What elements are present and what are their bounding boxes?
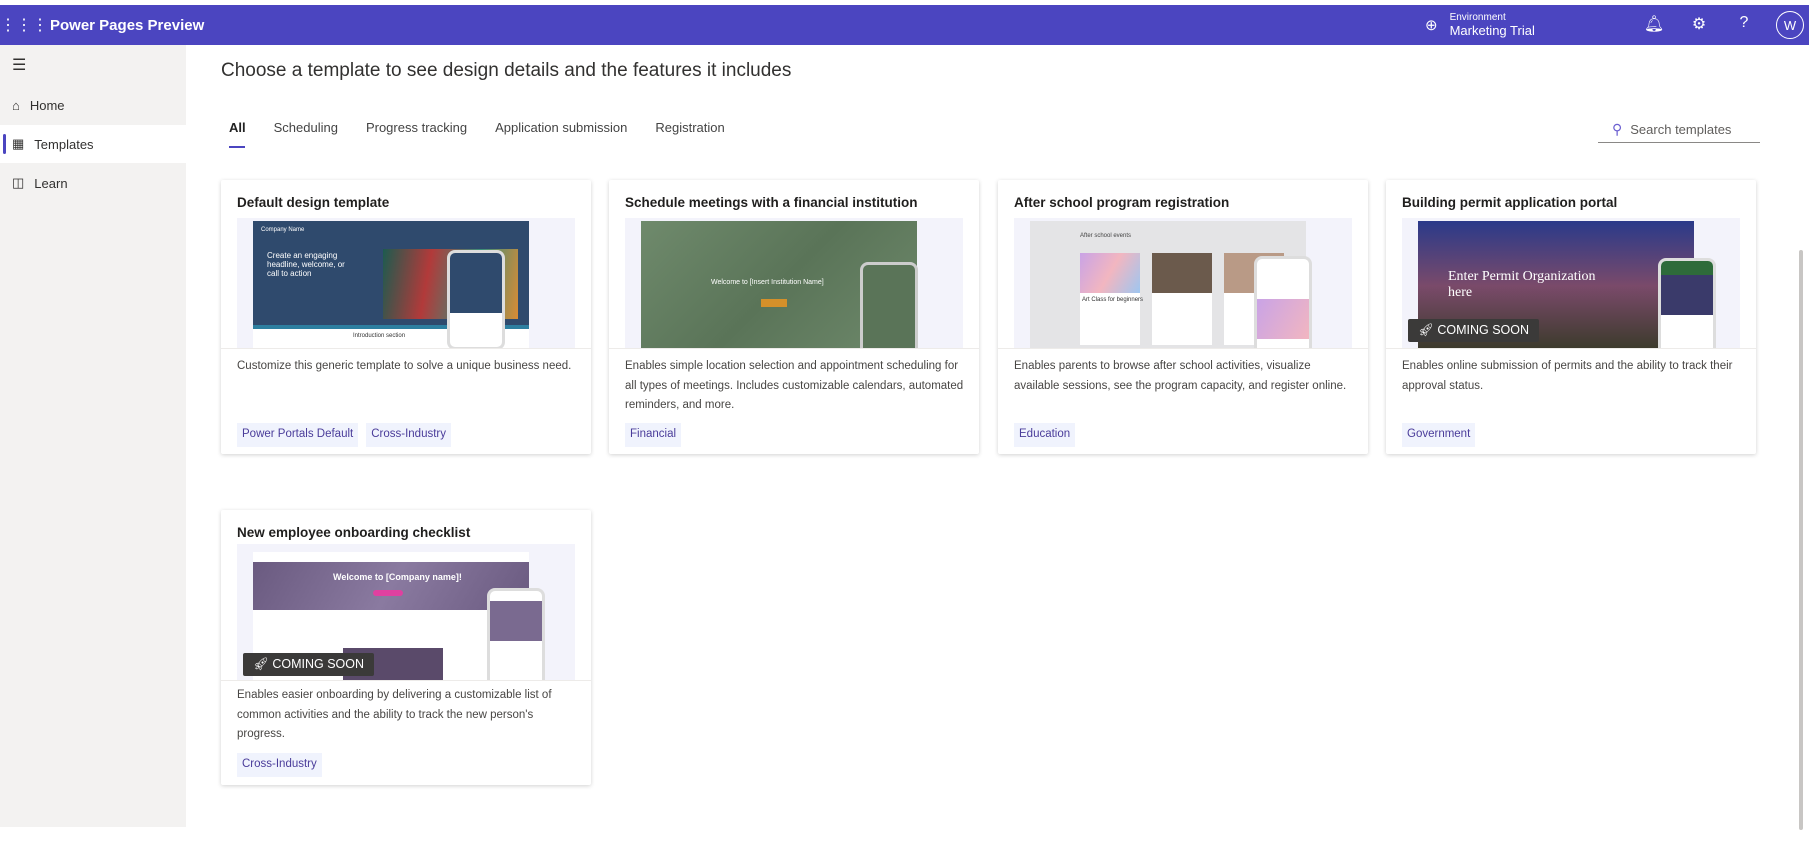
template-card-building-permit[interactable]: Building permit application portal Enter… [1386, 180, 1756, 454]
badge-label: COMING SOON [272, 657, 365, 671]
rocket-icon: 🚀︎ [1418, 323, 1438, 337]
tab-application-submission[interactable]: Application submission [495, 120, 627, 135]
scrollbar[interactable] [1799, 250, 1803, 830]
globe-icon: ⊕ [1425, 17, 1438, 34]
help-icon[interactable]: ? [1733, 14, 1755, 32]
badge-label: COMING SOON [1437, 323, 1530, 337]
template-preview-image: Welcome to [Company name]! 🚀︎ COMING SOO… [237, 544, 575, 680]
preview-headline: Enter Permit Organization here [1448, 269, 1596, 300]
card-description: Enables easier onboarding by delivering … [237, 689, 552, 740]
preview-headline: Welcome to [Company name]! [333, 572, 462, 582]
preview-headline: Welcome to [Insert Institution Name] [711, 279, 824, 286]
filter-tabs: All Scheduling Progress tracking Applica… [229, 120, 725, 148]
template-card-schedule-meetings[interactable]: Schedule meetings with a financial insti… [609, 180, 979, 454]
card-description: Enables online submission of permits and… [1402, 360, 1733, 392]
tab-scheduling[interactable]: Scheduling [274, 120, 338, 135]
coming-soon-badge: 🚀︎ COMING SOON [1408, 319, 1540, 342]
tag: Cross-Industry [237, 753, 322, 777]
page-title: Choose a template to see design details … [221, 60, 792, 81]
sidebar-item-templates[interactable]: ▦ Templates [0, 125, 186, 163]
avatar[interactable]: W [1776, 11, 1804, 39]
tag: Cross-Industry [366, 423, 451, 447]
template-card-after-school[interactable]: After school program registration After … [998, 180, 1368, 454]
divider [998, 348, 1368, 349]
card-description: Customize this generic template to solve… [237, 360, 572, 372]
sidebar-item-home[interactable]: ⌂ Home [0, 86, 186, 124]
divider [1386, 348, 1756, 349]
gear-icon[interactable]: ⚙ [1688, 14, 1710, 34]
environment-picker[interactable]: ⊕ Environment Marketing Trial [1425, 5, 1535, 45]
card-description: Enables simple location selection and ap… [625, 360, 964, 411]
search-input[interactable]: ⚲ Search templates [1598, 117, 1760, 143]
app-launcher-icon[interactable]: ⋮⋮⋮ [0, 15, 48, 35]
divider [609, 348, 979, 349]
bell-icon[interactable]: 🔔︎ [1643, 14, 1665, 34]
template-card-employee-onboarding[interactable]: New employee onboarding checklist Welcom… [221, 510, 591, 785]
template-preview-image: Company Name Create an engaging headline… [237, 218, 575, 348]
card-title: Schedule meetings with a financial insti… [625, 195, 918, 210]
template-preview-image: Welcome to [Insert Institution Name] [625, 218, 963, 348]
sidebar: ☰ ⌂ Home ▦ Templates ◫ Learn [0, 45, 186, 827]
coming-soon-badge: 🚀︎ COMING SOON [243, 653, 375, 676]
divider [221, 680, 591, 681]
environment-name: Marketing Trial [1449, 23, 1535, 38]
sidebar-item-label: Home [29, 97, 65, 113]
preview-company: Company Name [261, 227, 305, 233]
card-title: Building permit application portal [1402, 195, 1618, 210]
tag: Financial [625, 423, 682, 447]
card-description: Enables parents to browse after school a… [1014, 360, 1347, 392]
top-bar: ⋮⋮⋮ Power Pages Preview ⊕ Environment Ma… [0, 5, 1809, 45]
tag: Power Portals Default [237, 423, 359, 447]
template-card-default-design[interactable]: Default design template Company Name Cre… [221, 180, 591, 454]
environment-label: Environment [1449, 12, 1506, 23]
book-icon: ◫ [12, 175, 25, 190]
search-icon: ⚲ [1612, 121, 1623, 137]
template-preview-image: After school events Art Class for beginn… [1014, 218, 1352, 348]
sidebar-item-label: Templates [34, 136, 94, 152]
preview-headline: Create an engaging headline, welcome, or… [267, 251, 345, 278]
card-title: After school program registration [1014, 195, 1230, 210]
card-title: New employee onboarding checklist [237, 525, 471, 540]
hamburger-menu-icon[interactable]: ☰ [12, 55, 26, 75]
app-title[interactable]: Power Pages Preview [50, 17, 204, 34]
templates-icon: ▦ [12, 136, 25, 151]
tab-all[interactable]: All [229, 120, 246, 148]
rocket-icon: 🚀︎ [253, 657, 273, 671]
preview-item: Art Class for beginners [1082, 297, 1144, 303]
tag: Education [1014, 423, 1076, 447]
card-title: Default design template [237, 195, 390, 210]
preview-headline: After school events [1080, 233, 1132, 239]
preview-section: Introduction section [353, 333, 406, 339]
home-icon: ⌂ [12, 97, 20, 113]
tab-registration[interactable]: Registration [655, 120, 724, 135]
divider [221, 348, 591, 349]
sidebar-item-label: Learn [34, 175, 68, 191]
template-preview-image: Enter Permit Organization here 🚀︎ COMING… [1402, 218, 1740, 348]
tab-progress-tracking[interactable]: Progress tracking [366, 120, 467, 135]
search-placeholder: Search templates [1630, 122, 1732, 137]
sidebar-item-learn[interactable]: ◫ Learn [0, 164, 186, 202]
tag: Government [1402, 423, 1476, 447]
